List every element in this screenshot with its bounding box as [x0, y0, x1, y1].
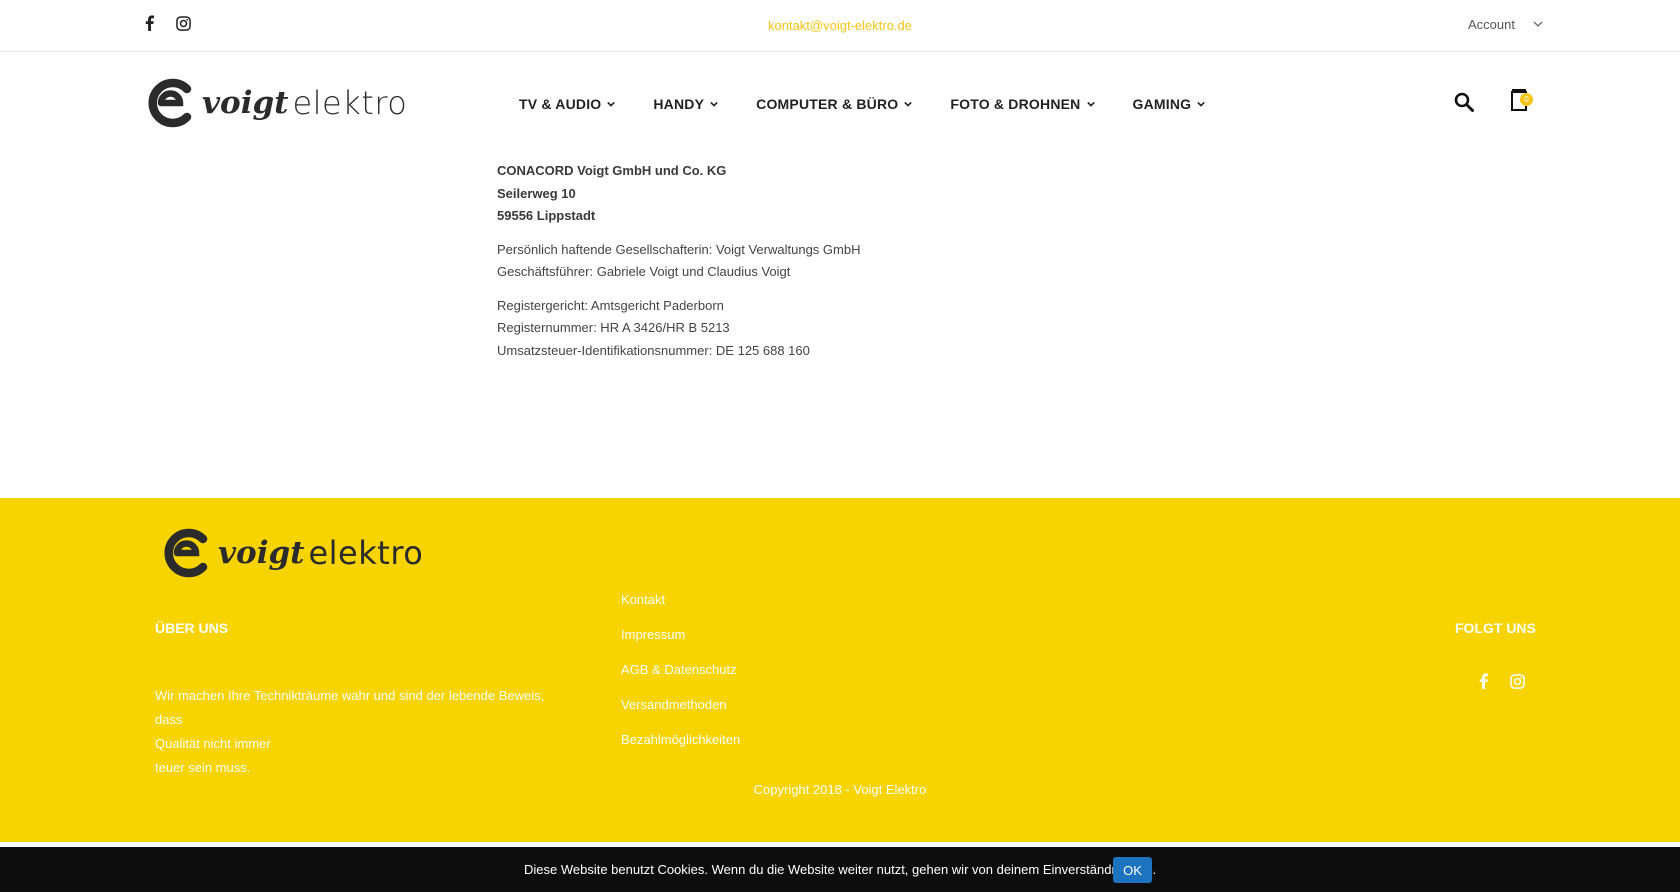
logo-word-elektro: elektro	[292, 84, 408, 122]
company-street: Seilerweg 10	[497, 185, 576, 201]
search-icon[interactable]	[1454, 92, 1474, 112]
nav-item-label: COMPUTER & BÜRO	[756, 96, 899, 112]
logo-word-voigt: voigt	[218, 535, 305, 571]
chevron-down-icon	[1086, 101, 1095, 107]
nav-item-handy[interactable]: HANDY	[653, 96, 718, 112]
about-text: Wir machen Ihre Technikträume wahr und s…	[155, 684, 575, 780]
chevron-down-icon	[1197, 101, 1206, 107]
vat-id: Umsatzsteuer-Identifikationsnummer: DE 1…	[497, 342, 810, 358]
chevron-down-icon	[904, 101, 913, 107]
about-text-line: teuer sein muss.	[155, 760, 251, 775]
nav-item-label: FOTO & DROHNEN	[950, 96, 1081, 112]
top-bar: kontakt@voigt-elektro.de Account	[0, 0, 1680, 52]
register-court: Registergericht: Amtsgericht Paderborn	[497, 297, 724, 313]
logo-word-elektro: elektro	[308, 534, 424, 572]
nav-item-foto-drohnen[interactable]: FOTO & DROHNEN	[950, 96, 1095, 112]
logo-word-voigt: voigt	[202, 85, 289, 121]
main-header: voigt elektro TV & AUDIO HANDY COMPUTER …	[0, 52, 1680, 142]
nav-item-tv-audio[interactable]: TV & AUDIO	[519, 96, 616, 112]
footer-links: Kontakt Impressum AGB & Datenschutz Vers…	[621, 588, 740, 763]
about-title: ÜBER UNS	[155, 620, 229, 636]
nav-item-label: TV & AUDIO	[519, 96, 602, 112]
main-nav: TV & AUDIO HANDY COMPUTER & BÜRO FOTO & …	[519, 96, 1243, 112]
nav-item-gaming[interactable]: GAMING	[1133, 96, 1206, 112]
footer-logo[interactable]: voigt elektro	[162, 528, 423, 578]
account-label: Account	[1468, 17, 1515, 32]
footer-link-versandmethoden[interactable]: Versandmethoden	[621, 693, 740, 728]
footer-link-bezahlmoeglichkeiten[interactable]: Bezahlmöglichkeiten	[621, 728, 740, 763]
company-name: CONACORD Voigt GmbH und Co. KG	[497, 163, 727, 178]
site-logo[interactable]: voigt elektro	[146, 78, 407, 128]
follow-title: FOLGT UNS	[1455, 620, 1536, 636]
managing-directors: Geschäftsführer: Gabriele Voigt und Clau…	[497, 264, 791, 279]
company-management: Persönlich haftende Gesellschafterin: Vo…	[497, 239, 860, 284]
chevron-down-icon	[1533, 21, 1543, 27]
company-address: CONACORD Voigt GmbH und Co. KG Seilerweg…	[497, 160, 860, 228]
about-text-line: Wir machen Ihre Technikträume wahr und s…	[155, 688, 545, 727]
nav-item-label: HANDY	[653, 96, 705, 112]
cookie-banner: Diese Website benutzt Cookies. Wenn du d…	[0, 847, 1680, 892]
nav-item-label: GAMING	[1132, 96, 1192, 112]
contact-email: kontakt@voigt-elektro.de	[0, 18, 1680, 33]
site-footer: voigt elektro ÜBER UNS Wir machen Ihre T…	[0, 498, 1680, 842]
footer-link-agb-datenschutz[interactable]: AGB & Datenschutz	[621, 658, 740, 693]
copyright: Copyright 2018 - Voigt Elektro	[753, 782, 927, 797]
company-registration: Registergericht: Amtsgericht Paderborn R…	[497, 295, 860, 363]
footer-social-links	[1475, 672, 1525, 690]
footer-link-kontakt[interactable]: Kontakt	[621, 588, 740, 623]
facebook-icon[interactable]	[1475, 672, 1491, 690]
cookie-text: Diese Website benutzt Cookies. Wenn du d…	[524, 862, 1157, 877]
logo-mark-icon	[164, 528, 208, 578]
general-partner: Persönlich haftende Gesellschafterin: Vo…	[497, 241, 861, 257]
chevron-down-icon	[710, 101, 718, 107]
logo-mark-icon	[148, 78, 192, 128]
account-dropdown[interactable]: Account	[1468, 17, 1543, 32]
about-text-line: Qualität nicht immer	[155, 736, 271, 751]
contact-email-link[interactable]: kontakt@voigt-elektro.de	[768, 18, 912, 33]
company-city: 59556 Lippstadt	[497, 208, 596, 223]
register-number: Registernummer: HR A 3426/HR B 5213	[497, 320, 730, 335]
cart-count-badge: 0	[1520, 93, 1533, 106]
cookie-ok-button[interactable]: OK	[1113, 857, 1152, 883]
nav-item-computer-buero[interactable]: COMPUTER & BÜRO	[756, 96, 913, 112]
instagram-icon[interactable]	[1509, 672, 1525, 690]
footer-link-impressum[interactable]: Impressum	[621, 623, 740, 658]
chevron-down-icon	[607, 101, 616, 107]
imprint-content: CONACORD Voigt GmbH und Co. KG Seilerweg…	[497, 160, 860, 373]
